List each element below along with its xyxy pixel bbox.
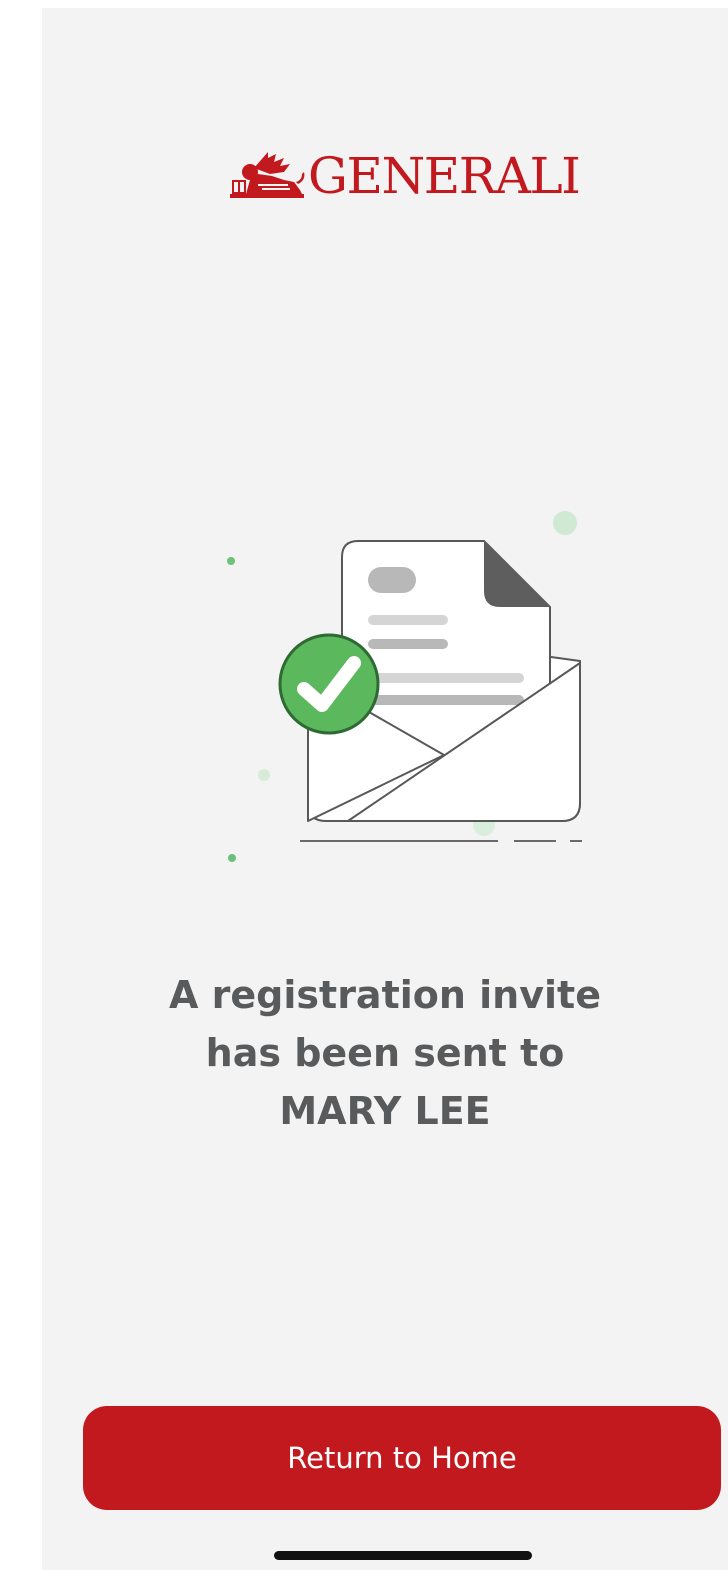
envelope-with-document-check-icon: [227, 511, 582, 862]
message-line-1: A registration invite: [169, 973, 601, 1017]
brand-wordmark: GENERALI: [308, 147, 581, 205]
decor-dot: [553, 511, 577, 535]
message-line-2: has been sent to: [205, 1031, 565, 1075]
check-circle-icon: [278, 633, 380, 735]
generali-logo: GENERALI: [228, 146, 581, 206]
decor-dot: [228, 854, 236, 862]
recipient-name: MARY LEE: [279, 1089, 491, 1133]
confirmation-message: A registration invite has been sent to M…: [42, 966, 728, 1140]
decor-dot: [258, 769, 270, 781]
home-indicator[interactable]: [274, 1551, 532, 1560]
invite-sent-screen: GENERALI A registration invite has been …: [42, 8, 728, 1570]
winged-lion-icon: [230, 152, 305, 198]
decor-dot: [227, 557, 235, 565]
return-to-home-button[interactable]: Return to Home: [83, 1406, 721, 1510]
